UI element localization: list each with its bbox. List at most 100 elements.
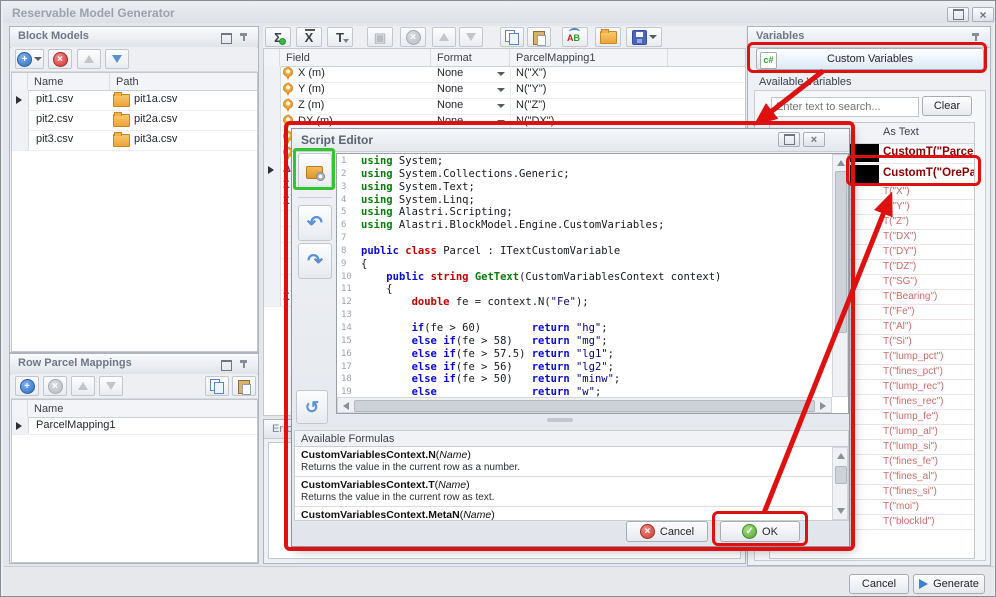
copy-button[interactable] bbox=[500, 27, 524, 47]
formulas-scrollbar[interactable] bbox=[832, 447, 848, 520]
column-header-name[interactable]: Name bbox=[28, 400, 258, 417]
add-mapping-button[interactable]: + bbox=[15, 376, 39, 396]
add-block-model-button[interactable]: + bbox=[15, 49, 44, 69]
redo-button[interactable]: ↷ bbox=[298, 243, 332, 279]
column-header-path[interactable]: Path bbox=[110, 73, 258, 90]
format-dropdown[interactable]: None bbox=[431, 98, 511, 114]
panel-maximize-icon[interactable] bbox=[221, 33, 232, 44]
generate-button[interactable]: Generate bbox=[913, 574, 985, 594]
field-row[interactable]: X (m)NoneN("X") bbox=[264, 66, 745, 83]
panel-pin-icon[interactable] bbox=[239, 32, 248, 42]
cancel-icon: × bbox=[640, 524, 655, 539]
move-down-button[interactable] bbox=[459, 27, 483, 47]
cancel-button[interactable]: Cancel bbox=[849, 574, 909, 594]
copy-button[interactable] bbox=[205, 376, 229, 396]
move-up-button[interactable] bbox=[77, 49, 101, 69]
code-token: return bbox=[532, 348, 570, 360]
code-editor[interactable]: 1using System;2using System.Collections.… bbox=[336, 153, 849, 414]
delete-mapping-button[interactable]: × bbox=[43, 376, 67, 396]
row-indicator bbox=[264, 162, 281, 178]
row-indicator bbox=[264, 82, 281, 98]
field-row[interactable]: Z (m)NoneN("Z") bbox=[264, 98, 745, 115]
paste-button[interactable] bbox=[527, 27, 551, 47]
scroll-right-icon[interactable] bbox=[820, 402, 826, 410]
window-maximize-button[interactable] bbox=[947, 7, 969, 22]
xbar-icon: X bbox=[305, 31, 314, 44]
mapping-row[interactable]: ParcelMapping1 bbox=[12, 417, 257, 435]
window-close-button[interactable]: × bbox=[972, 7, 994, 22]
move-down-button[interactable] bbox=[105, 49, 129, 69]
add-average-field-button[interactable]: X bbox=[296, 27, 322, 47]
variable-label: T("fines_fe") bbox=[883, 456, 938, 467]
move-up-button[interactable] bbox=[432, 27, 456, 47]
scroll-thumb[interactable] bbox=[835, 171, 847, 333]
delete-block-model-button[interactable]: × bbox=[48, 49, 72, 69]
code-line: 18 else if(fe > 50) return "minw"; bbox=[338, 373, 832, 386]
code-vscrollbar[interactable] bbox=[832, 154, 848, 397]
column-header-name[interactable]: Name bbox=[28, 73, 110, 90]
dialog-close-button[interactable]: × bbox=[803, 132, 825, 147]
scroll-down-icon[interactable] bbox=[837, 508, 845, 514]
formula-entry[interactable]: CustomVariablesContext.N(Name)Returns th… bbox=[295, 447, 832, 477]
column-header-field[interactable]: Field bbox=[280, 49, 431, 66]
clear-button[interactable]: Clear bbox=[922, 96, 972, 116]
column-header-parcelmapping[interactable]: ParcelMapping1 bbox=[510, 49, 668, 66]
reset-icon: ↺ bbox=[305, 398, 319, 417]
code-token: double bbox=[412, 296, 450, 308]
block-model-row[interactable]: pit2.csvpit2a.csv bbox=[12, 110, 257, 131]
formula-entry[interactable]: CustomVariablesContext.MetaN(Name)Return… bbox=[295, 507, 832, 521]
variable-label: T("moi") bbox=[883, 501, 919, 512]
field-row[interactable]: Y (m)NoneN("Y") bbox=[264, 82, 745, 99]
paste-button[interactable] bbox=[232, 376, 256, 396]
dialog-ok-button[interactable]: ✓ OK bbox=[720, 521, 800, 542]
scroll-left-icon[interactable] bbox=[343, 402, 349, 410]
undo-button[interactable]: ↶ bbox=[298, 205, 332, 241]
panel-pin-icon[interactable] bbox=[239, 359, 248, 369]
arrow-down-icon bbox=[466, 33, 476, 41]
code-line: 16 else if(fe > 57.5) return "lg1"; bbox=[338, 348, 832, 361]
current-row-icon bbox=[268, 166, 274, 174]
mapping-name: ParcelMapping1 bbox=[36, 419, 116, 431]
find-replace-button[interactable]: AB bbox=[562, 27, 588, 47]
search-input[interactable] bbox=[771, 97, 919, 117]
code-line: 4using System.Linq; bbox=[338, 194, 832, 207]
code-token: return bbox=[532, 335, 570, 347]
format-dropdown[interactable]: None bbox=[431, 66, 511, 82]
insert-field-button[interactable]: ▣ bbox=[367, 27, 393, 47]
move-down-button[interactable] bbox=[99, 376, 123, 396]
scroll-thumb[interactable] bbox=[835, 466, 847, 484]
panel-maximize-icon[interactable] bbox=[221, 360, 232, 371]
format-dropdown[interactable]: None bbox=[431, 82, 511, 98]
splitter-handle[interactable] bbox=[547, 418, 573, 422]
as-text-header: As Text bbox=[883, 126, 919, 138]
panel-pin-icon[interactable] bbox=[971, 32, 980, 42]
scroll-thumb[interactable] bbox=[354, 400, 815, 412]
row-indicator bbox=[264, 290, 281, 306]
dialog-cancel-button[interactable]: × Cancel bbox=[626, 521, 708, 542]
block-model-row[interactable]: pit3.csvpit3a.csv bbox=[12, 130, 257, 151]
scroll-up-icon[interactable] bbox=[837, 453, 845, 459]
block-model-row[interactable]: pit1.csvpit1a.csv bbox=[12, 90, 257, 111]
delete-field-button[interactable]: × bbox=[400, 27, 426, 47]
code-hscrollbar[interactable] bbox=[337, 397, 832, 413]
add-icon: + bbox=[20, 379, 35, 394]
add-text-field-button[interactable]: T bbox=[327, 27, 353, 47]
code-token: if bbox=[443, 348, 456, 360]
variable-label: T("DZ") bbox=[883, 261, 916, 272]
open-button[interactable] bbox=[595, 27, 621, 47]
column-header-format[interactable]: Format bbox=[431, 49, 510, 66]
code-token bbox=[361, 373, 412, 385]
chevron-down-icon bbox=[497, 72, 505, 76]
formula-entry[interactable]: CustomVariablesContext.T(Name)Returns th… bbox=[295, 477, 832, 507]
find-replace-icon: AB bbox=[567, 31, 583, 44]
scroll-up-icon[interactable] bbox=[837, 160, 845, 166]
save-menu-button[interactable] bbox=[626, 27, 662, 47]
custom-variables-button[interactable]: c# Custom Variables bbox=[756, 48, 984, 70]
dialog-maximize-button[interactable] bbox=[778, 132, 800, 147]
field-name: Y (m) bbox=[298, 83, 325, 95]
paste-icon bbox=[532, 30, 546, 44]
move-up-button[interactable] bbox=[71, 376, 95, 396]
script-options-button[interactable] bbox=[298, 153, 332, 189]
reset-button[interactable]: ↺ bbox=[296, 390, 328, 424]
add-numeric-field-button[interactable]: Σ bbox=[265, 27, 291, 47]
